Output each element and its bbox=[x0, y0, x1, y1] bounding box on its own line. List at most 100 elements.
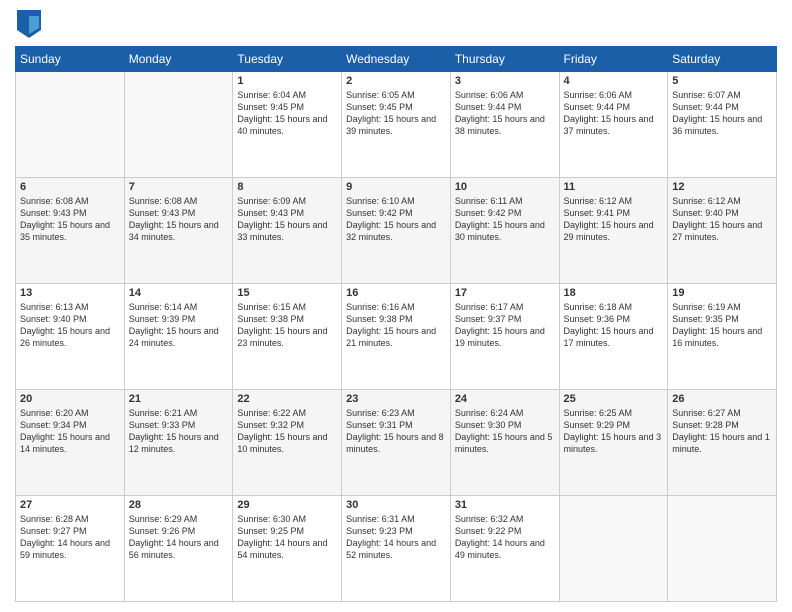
day-info: Sunrise: 6:16 AM Sunset: 9:38 PM Dayligh… bbox=[346, 301, 446, 350]
day-number: 20 bbox=[20, 393, 120, 405]
day-cell: 22 Sunrise: 6:22 AM Sunset: 9:32 PM Dayli… bbox=[233, 390, 342, 496]
week-row-3: 13 Sunrise: 6:13 AM Sunset: 9:40 PM Dayli… bbox=[16, 284, 777, 390]
day-info: Sunrise: 6:28 AM Sunset: 9:27 PM Dayligh… bbox=[20, 513, 120, 562]
day-cell: 19 Sunrise: 6:19 AM Sunset: 9:35 PM Dayli… bbox=[668, 284, 777, 390]
day-cell: 9 Sunrise: 6:10 AM Sunset: 9:42 PM Daylig… bbox=[342, 178, 451, 284]
day-number: 31 bbox=[455, 499, 555, 511]
header bbox=[15, 10, 777, 38]
day-cell: 8Sunrise: 6:09 AM Sunset: 9:43 PM Daylig… bbox=[233, 178, 342, 284]
day-number: 21 bbox=[129, 393, 229, 405]
day-number: 30 bbox=[346, 499, 446, 511]
day-number: 10 bbox=[455, 181, 555, 193]
day-number: 24 bbox=[455, 393, 555, 405]
day-info: Sunrise: 6:05 AM Sunset: 9:45 PM Dayligh… bbox=[346, 89, 446, 138]
day-number: 1 bbox=[237, 75, 337, 87]
day-header-monday: Monday bbox=[124, 47, 233, 72]
day-info: Sunrise: 6:21 AM Sunset: 9:33 PM Dayligh… bbox=[129, 407, 229, 456]
day-number: 5 bbox=[672, 75, 772, 87]
day-cell: 21 Sunrise: 6:21 AM Sunset: 9:33 PM Dayli… bbox=[124, 390, 233, 496]
day-info: Sunrise: 6:08 AM Sunset: 9:43 PM Dayligh… bbox=[20, 195, 120, 244]
day-info: Sunrise: 6:13 AM Sunset: 9:40 PM Dayligh… bbox=[20, 301, 120, 350]
day-info: Sunrise: 6:23 AM Sunset: 9:31 PM Dayligh… bbox=[346, 407, 446, 456]
day-cell: 2 Sunrise: 6:05 AM Sunset: 9:45 PM Daylig… bbox=[342, 72, 451, 178]
day-cell: 18 Sunrise: 6:18 AM Sunset: 9:36 PM Dayli… bbox=[559, 284, 668, 390]
day-cell: 23 Sunrise: 6:23 AM Sunset: 9:31 PM Dayli… bbox=[342, 390, 451, 496]
day-number: 14 bbox=[129, 287, 229, 299]
day-info: Sunrise: 6:18 AM Sunset: 9:36 PM Dayligh… bbox=[564, 301, 664, 350]
day-cell: 1 Sunrise: 6:04 AM Sunset: 9:45 PM Daylig… bbox=[233, 72, 342, 178]
day-info: Sunrise: 6:06 AM Sunset: 9:44 PM Dayligh… bbox=[564, 89, 664, 138]
day-number: 17 bbox=[455, 287, 555, 299]
day-info: Sunrise: 6:30 AM Sunset: 9:25 PM Dayligh… bbox=[237, 513, 337, 562]
day-number: 7 bbox=[129, 181, 229, 193]
day-info: Sunrise: 6:27 AM Sunset: 9:28 PM Dayligh… bbox=[672, 407, 772, 456]
page: SundayMondayTuesdayWednesdayThursdayFrid… bbox=[0, 0, 792, 612]
day-cell: 25 Sunrise: 6:25 AM Sunset: 9:29 PM Dayli… bbox=[559, 390, 668, 496]
logo-icon bbox=[17, 10, 41, 38]
header-row: SundayMondayTuesdayWednesdayThursdayFrid… bbox=[16, 47, 777, 72]
day-info: Sunrise: 6:12 AM Sunset: 9:41 PM Dayligh… bbox=[564, 195, 664, 244]
day-info: Sunrise: 6:19 AM Sunset: 9:35 PM Dayligh… bbox=[672, 301, 772, 350]
day-header-wednesday: Wednesday bbox=[342, 47, 451, 72]
day-cell: 28 Sunrise: 6:29 AM Sunset: 9:26 PM Dayli… bbox=[124, 496, 233, 602]
day-cell: 24Sunrise: 6:24 AM Sunset: 9:30 PM Dayli… bbox=[450, 390, 559, 496]
day-number: 11 bbox=[564, 181, 664, 193]
day-number: 23 bbox=[346, 393, 446, 405]
day-info: Sunrise: 6:29 AM Sunset: 9:26 PM Dayligh… bbox=[129, 513, 229, 562]
day-cell bbox=[16, 72, 125, 178]
day-number: 18 bbox=[564, 287, 664, 299]
day-info: Sunrise: 6:11 AM Sunset: 9:42 PM Dayligh… bbox=[455, 195, 555, 244]
day-number: 15 bbox=[237, 287, 337, 299]
day-number: 2 bbox=[346, 75, 446, 87]
day-info: Sunrise: 6:10 AM Sunset: 9:42 PM Dayligh… bbox=[346, 195, 446, 244]
day-info: Sunrise: 6:17 AM Sunset: 9:37 PM Dayligh… bbox=[455, 301, 555, 350]
day-number: 27 bbox=[20, 499, 120, 511]
day-number: 29 bbox=[237, 499, 337, 511]
day-cell: 4 Sunrise: 6:06 AM Sunset: 9:44 PM Daylig… bbox=[559, 72, 668, 178]
day-number: 3 bbox=[455, 75, 555, 87]
day-info: Sunrise: 6:31 AM Sunset: 9:23 PM Dayligh… bbox=[346, 513, 446, 562]
day-info: Sunrise: 6:04 AM Sunset: 9:45 PM Dayligh… bbox=[237, 89, 337, 138]
day-header-thursday: Thursday bbox=[450, 47, 559, 72]
week-row-2: 6 Sunrise: 6:08 AM Sunset: 9:43 PM Daylig… bbox=[16, 178, 777, 284]
day-cell: 15 Sunrise: 6:15 AM Sunset: 9:38 PM Dayli… bbox=[233, 284, 342, 390]
day-cell: 7 Sunrise: 6:08 AM Sunset: 9:43 PM Daylig… bbox=[124, 178, 233, 284]
day-number: 4 bbox=[564, 75, 664, 87]
day-info: Sunrise: 6:15 AM Sunset: 9:38 PM Dayligh… bbox=[237, 301, 337, 350]
day-number: 19 bbox=[672, 287, 772, 299]
day-cell: 30 Sunrise: 6:31 AM Sunset: 9:23 PM Dayli… bbox=[342, 496, 451, 602]
week-row-4: 20 Sunrise: 6:20 AM Sunset: 9:34 PM Dayli… bbox=[16, 390, 777, 496]
day-info: Sunrise: 6:08 AM Sunset: 9:43 PM Dayligh… bbox=[129, 195, 229, 244]
day-info: Sunrise: 6:07 AM Sunset: 9:44 PM Dayligh… bbox=[672, 89, 772, 138]
day-cell: 20 Sunrise: 6:20 AM Sunset: 9:34 PM Dayli… bbox=[16, 390, 125, 496]
day-info: Sunrise: 6:25 AM Sunset: 9:29 PM Dayligh… bbox=[564, 407, 664, 456]
day-info: Sunrise: 6:12 AM Sunset: 9:40 PM Dayligh… bbox=[672, 195, 772, 244]
week-row-1: 1 Sunrise: 6:04 AM Sunset: 9:45 PM Daylig… bbox=[16, 72, 777, 178]
day-number: 22 bbox=[237, 393, 337, 405]
day-cell bbox=[559, 496, 668, 602]
day-number: 8 bbox=[237, 181, 337, 193]
calendar-table: SundayMondayTuesdayWednesdayThursdayFrid… bbox=[15, 46, 777, 602]
day-info: Sunrise: 6:20 AM Sunset: 9:34 PM Dayligh… bbox=[20, 407, 120, 456]
day-cell: 17 Sunrise: 6:17 AM Sunset: 9:37 PM Dayli… bbox=[450, 284, 559, 390]
day-cell: 11 Sunrise: 6:12 AM Sunset: 9:41 PM Dayli… bbox=[559, 178, 668, 284]
day-cell: 10 Sunrise: 6:11 AM Sunset: 9:42 PM Dayli… bbox=[450, 178, 559, 284]
day-cell: 16Sunrise: 6:16 AM Sunset: 9:38 PM Dayli… bbox=[342, 284, 451, 390]
day-number: 26 bbox=[672, 393, 772, 405]
day-cell: 5 Sunrise: 6:07 AM Sunset: 9:44 PM Daylig… bbox=[668, 72, 777, 178]
day-number: 6 bbox=[20, 181, 120, 193]
day-cell bbox=[124, 72, 233, 178]
day-cell bbox=[668, 496, 777, 602]
day-cell: 12 Sunrise: 6:12 AM Sunset: 9:40 PM Dayli… bbox=[668, 178, 777, 284]
day-cell: 3 Sunrise: 6:06 AM Sunset: 9:44 PM Daylig… bbox=[450, 72, 559, 178]
day-number: 12 bbox=[672, 181, 772, 193]
day-number: 13 bbox=[20, 287, 120, 299]
day-info: Sunrise: 6:06 AM Sunset: 9:44 PM Dayligh… bbox=[455, 89, 555, 138]
day-header-tuesday: Tuesday bbox=[233, 47, 342, 72]
day-info: Sunrise: 6:32 AM Sunset: 9:22 PM Dayligh… bbox=[455, 513, 555, 562]
day-info: Sunrise: 6:22 AM Sunset: 9:32 PM Dayligh… bbox=[237, 407, 337, 456]
day-cell: 13 Sunrise: 6:13 AM Sunset: 9:40 PM Dayli… bbox=[16, 284, 125, 390]
day-number: 25 bbox=[564, 393, 664, 405]
day-number: 9 bbox=[346, 181, 446, 193]
day-number: 28 bbox=[129, 499, 229, 511]
